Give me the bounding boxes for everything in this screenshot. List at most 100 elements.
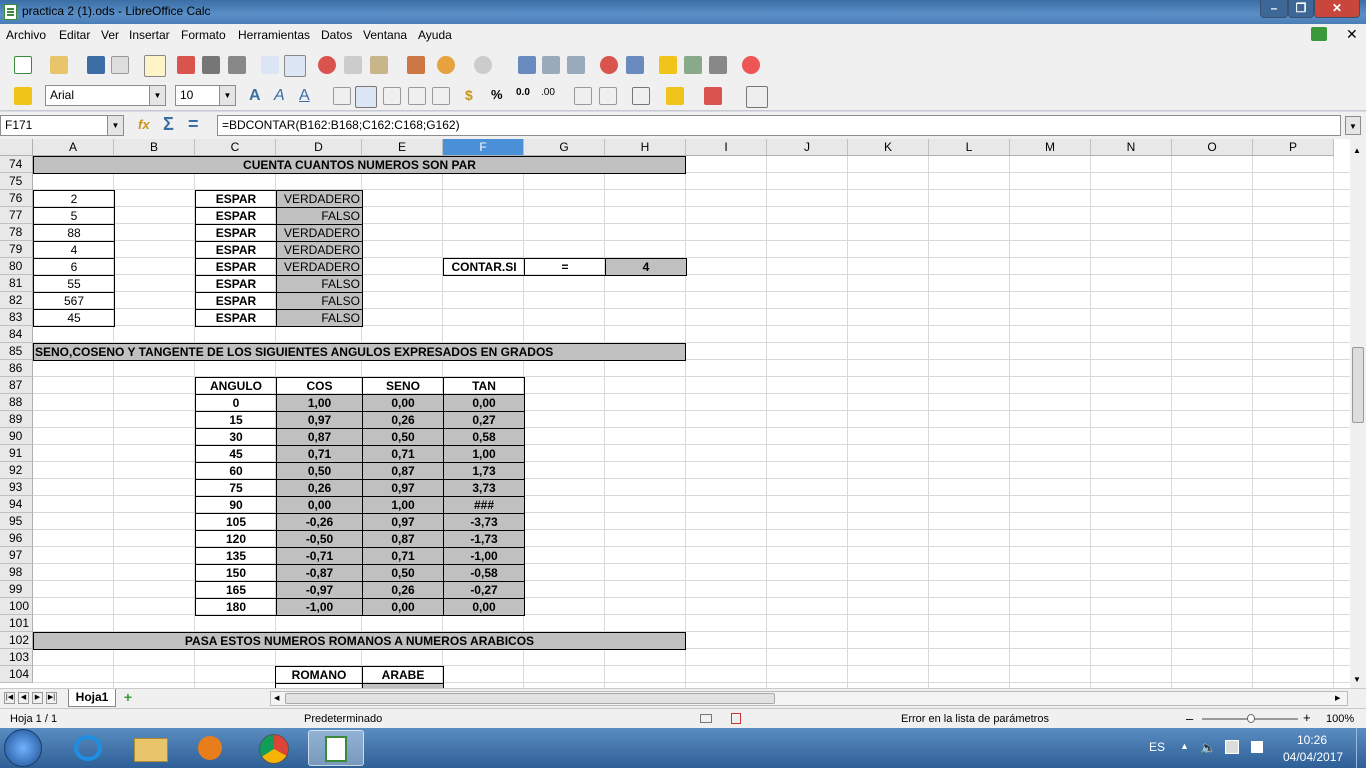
row-header-76[interactable]: 76 [0,190,33,207]
print-preview-icon[interactable] [228,56,246,74]
row-header-80[interactable]: 80 [0,258,33,275]
scroll-right-icon[interactable]: ▶ [1335,694,1340,702]
copy-icon[interactable] [344,56,362,74]
select-all-corner[interactable] [0,139,33,156]
espar-label[interactable]: ESPAR [195,224,277,242]
media-player-icon[interactable] [182,730,238,766]
contar-si-result[interactable]: 4 [605,258,687,276]
save-icon[interactable] [87,56,105,74]
trig-value-cell[interactable]: 0,71 [362,445,444,463]
row-header-81[interactable]: 81 [0,275,33,292]
column-header-h[interactable]: H [605,139,686,156]
decrease-indent-icon[interactable] [574,87,592,105]
help-icon[interactable] [742,56,760,74]
expand-formula-icon[interactable]: ▼ [1345,116,1361,135]
row-header-97[interactable]: 97 [0,547,33,564]
clone-format-icon[interactable] [407,56,425,74]
column-header-a[interactable]: A [33,139,114,156]
menu-ayuda[interactable]: Ayuda [418,28,452,42]
horizontal-scroll-thumb[interactable] [285,693,775,704]
espar-result[interactable]: FALSO [276,275,363,293]
angle-cell[interactable]: 105 [195,513,277,531]
column-header-d[interactable]: D [276,139,362,156]
number-cell[interactable]: 45 [33,309,115,327]
align-center-icon[interactable] [355,86,377,108]
row-header-78[interactable]: 78 [0,224,33,241]
explorer-icon[interactable] [122,730,178,766]
trig-value-cell[interactable]: 1,73 [443,462,525,480]
trig-value-cell[interactable]: 0,26 [276,479,363,497]
export-pdf-icon[interactable] [177,56,195,74]
trig-value-cell[interactable]: 0,00 [443,598,525,616]
scroll-left-icon[interactable]: ◀ [274,694,279,702]
number-format-icon[interactable]: 0.0 [516,87,534,105]
trig-value-cell[interactable]: 0,00 [362,394,444,412]
section1-title[interactable]: CUENTA CUANTOS NUMEROS SON PAR [33,156,686,174]
chart-icon[interactable] [600,56,618,74]
row-header-92[interactable]: 92 [0,462,33,479]
trig-value-cell[interactable]: 1,00 [276,394,363,412]
justify-icon[interactable] [408,87,426,105]
trig-value-cell[interactable]: 0,26 [362,581,444,599]
angle-cell[interactable]: 0 [195,394,277,412]
bold-icon[interactable]: A [249,87,267,105]
libreoffice-calc-task[interactable] [308,730,364,766]
trig-value-cell[interactable]: 0,27 [443,411,525,429]
section3-title[interactable]: PASA ESTOS NUMEROS ROMANOS A NUMEROS ARA… [33,632,686,650]
row-header-95[interactable]: 95 [0,513,33,530]
function-equals-icon[interactable]: = [188,114,199,135]
angle-cell[interactable]: 45 [195,445,277,463]
network-icon[interactable] [1225,740,1239,754]
menu-archivo[interactable]: Archivo [6,28,46,42]
zoom-out-icon[interactable]: – [1186,711,1193,726]
trig-header-angulo[interactable]: ANGULO [195,377,277,395]
decimal-icon[interactable]: .00 [541,87,559,105]
vertical-scroll-thumb[interactable] [1352,347,1364,423]
zoom-level[interactable]: 100% [1326,713,1354,725]
row-header-100[interactable]: 100 [0,598,33,615]
arabe-header[interactable]: ARABE [362,666,444,684]
trig-header-tan[interactable]: TAN [443,377,525,395]
minimize-button[interactable]: – [1260,0,1288,18]
cut-icon[interactable] [318,56,336,74]
espar-result[interactable]: FALSO [276,207,363,225]
row-header-99[interactable]: 99 [0,581,33,598]
trig-value-cell[interactable]: 0,97 [362,479,444,497]
row-header-88[interactable]: 88 [0,394,33,411]
trig-value-cell[interactable]: 0,50 [276,462,363,480]
row-header-93[interactable]: 93 [0,479,33,496]
formula-input[interactable]: =BDCONTAR(B162:B168;C162:C168;G162) [217,115,1341,136]
angle-cell[interactable]: 135 [195,547,277,565]
trig-value-cell[interactable]: -0,97 [276,581,363,599]
trig-value-cell[interactable]: 1,00 [443,445,525,463]
row-header-104[interactable]: 104 [0,666,33,683]
romano-header[interactable]: ROMANO [275,666,363,684]
trig-value-cell[interactable]: 0,97 [276,411,363,429]
trig-value-cell[interactable]: -0,58 [443,564,525,582]
spreadsheet-grid[interactable]: ABCDEFGHIJKLMNOP 74 75 76 77 78 79 80 81 82 83 84 8… [0,139,1350,688]
trig-value-cell[interactable]: 0,50 [362,428,444,446]
scroll-up-icon[interactable]: ▲ [1353,146,1361,155]
autospellcheck-icon[interactable] [284,55,306,77]
start-button[interactable] [4,729,42,767]
row-header-83[interactable]: 83 [0,309,33,326]
angle-cell[interactable]: 30 [195,428,277,446]
trig-value-cell[interactable]: 0,50 [362,564,444,582]
row-header-103[interactable]: 103 [0,649,33,666]
row-header-101[interactable]: 101 [0,615,33,632]
column-header-p[interactable]: P [1253,139,1334,156]
paste-icon[interactable] [370,56,388,74]
column-header-b[interactable]: B [114,139,195,156]
column-header-i[interactable]: I [686,139,767,156]
borders-icon[interactable] [632,87,650,105]
espar-label[interactable]: ESPAR [195,309,277,327]
open-icon[interactable] [50,56,68,74]
trig-value-cell[interactable]: 0,87 [362,462,444,480]
chevron-down-icon[interactable]: ▼ [107,116,123,135]
italic-icon[interactable]: A [274,87,292,105]
trig-value-cell[interactable]: -0,87 [276,564,363,582]
volume-icon[interactable]: 🔈 [1200,740,1216,756]
angle-cell[interactable]: 150 [195,564,277,582]
espar-label[interactable]: ESPAR [195,292,277,310]
show-desktop-button[interactable] [1356,728,1366,768]
